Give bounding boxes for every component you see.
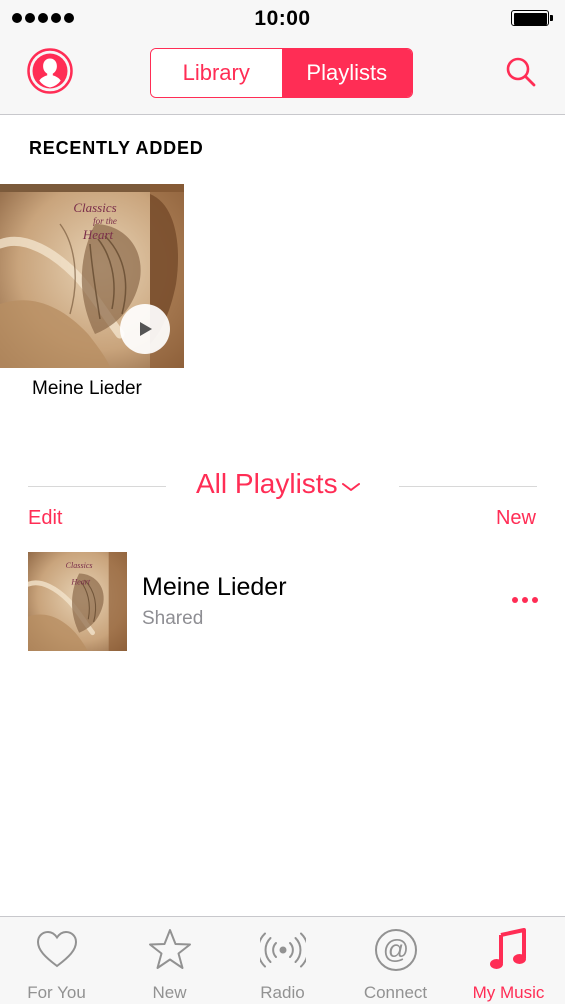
tab-for-you-label: For You [27, 983, 86, 1002]
chevron-down-icon [341, 483, 360, 491]
music-note-icon [489, 928, 526, 969]
at-sign-icon: @ [374, 929, 417, 971]
tab-connect-label: Connect [363, 983, 428, 1002]
recently-added-item-title[interactable]: Meine Lieder [32, 378, 142, 400]
tab-new[interactable]: New [113, 917, 226, 1004]
heart-icon [36, 930, 77, 968]
play-icon [140, 322, 152, 336]
playlist-artwork-image: Classics Heart [28, 552, 127, 651]
profile-icon [27, 48, 73, 94]
music-app-screen: 10:00 Library Playlists RECENTLY ADDED C… [0, 0, 565, 1004]
tab-my-music[interactable]: My Music [452, 917, 565, 1004]
divider-left [28, 486, 166, 487]
play-button[interactable] [120, 304, 170, 354]
profile-button[interactable] [27, 48, 73, 94]
all-playlists-label: All Playlists [196, 468, 338, 499]
tab-connect[interactable]: @ Connect [339, 917, 452, 1004]
svg-text:@: @ [382, 934, 408, 964]
library-playlists-segmented-control: Library Playlists [150, 48, 413, 98]
svg-text:for the: for the [93, 216, 117, 226]
all-playlists-filter-button[interactable]: All Playlists [196, 468, 360, 500]
divider-right [399, 486, 537, 487]
status-time: 10:00 [254, 7, 311, 30]
playlist-row[interactable]: Classics Heart Meine Lieder Shared [0, 548, 565, 656]
tab-radio[interactable]: Radio [226, 917, 339, 1004]
svg-text:Classics: Classics [66, 561, 93, 570]
edit-button[interactable]: Edit [28, 507, 62, 530]
recently-added-header: RECENTLY ADDED [29, 138, 204, 158]
new-playlist-button[interactable]: New [496, 507, 536, 530]
radio-icon [259, 932, 306, 968]
svg-text:Classics: Classics [73, 200, 116, 215]
tab-new-label: New [152, 983, 187, 1002]
status-bar: 10:00 [0, 0, 565, 36]
tab-radio-label: Radio [260, 983, 305, 1002]
playlist-subtitle: Shared [142, 608, 204, 629]
svg-text:Heart: Heart [82, 227, 114, 242]
search-button[interactable] [505, 56, 537, 88]
playlist-thumbnail: Classics Heart [28, 552, 127, 651]
tab-bar: For You New Radio @ Connect My Music [0, 916, 565, 1004]
tab-for-you[interactable]: For You [0, 917, 113, 1004]
tab-my-music-label: My Music [472, 983, 545, 1002]
svg-text:Heart: Heart [70, 577, 91, 586]
search-icon [506, 57, 536, 87]
more-options-button[interactable] [512, 597, 538, 605]
star-icon [148, 929, 191, 969]
playlist-title: Meine Lieder [142, 573, 287, 601]
more-icon [512, 597, 518, 603]
segment-library[interactable]: Library [151, 49, 282, 97]
navigation-bar: Library Playlists [0, 36, 565, 115]
battery-icon [511, 10, 553, 26]
segment-playlists[interactable]: Playlists [281, 49, 412, 97]
